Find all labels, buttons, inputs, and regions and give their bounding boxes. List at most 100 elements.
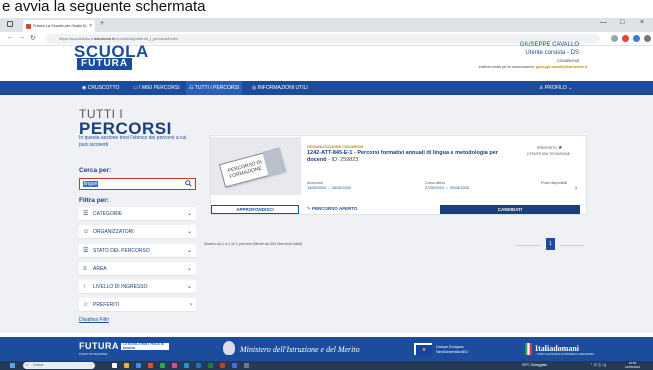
course-stamp: PERCORSO DI FORMAZIONE (218, 147, 287, 188)
user-email-label: Indirizzo email per le comunicazioni: (478, 65, 535, 69)
nav-info-utili-label: INFORMAZIONI UTILI (257, 85, 308, 91)
taskbar-search[interactable]: ⌕ Cerca (23, 362, 95, 369)
new-tab-button[interactable]: + (100, 20, 104, 27)
area-icon: ≡ (83, 266, 87, 272)
status-badge: ✎ PERCORSO APERTO (307, 206, 358, 212)
footer-futura-logo: FUTURA (79, 341, 119, 351)
italiadomani-sub: PIANO NAZIONALE DI RIPRESA E RESILIENZA (537, 353, 595, 356)
user-role: Utente corsista - DS (525, 50, 579, 56)
taskbar-search-text: Cerca (33, 363, 44, 367)
url-prefix: https://scuolafutura. (59, 36, 94, 41)
close-tab-icon[interactable]: × (89, 20, 92, 32)
reload-button[interactable]: ↻ (30, 34, 36, 42)
preferred-toggle[interactable]: PREFERITO ★ (537, 145, 562, 151)
minimize-button[interactable]: — (600, 19, 607, 26)
nav-miei-percorsi[interactable]: ▭ I MIEI PERCORSI (130, 81, 183, 95)
main-nav: ◉ CRUSCOTTO ▭ I MIEI PERCORSI ☷ TUTTI I … (0, 81, 653, 95)
extension-icon[interactable] (611, 35, 618, 42)
chevron-down-icon: ⌄ (186, 229, 192, 235)
approfondisci-button[interactable]: APPROFONDISCI (211, 205, 299, 214)
app-icon[interactable] (172, 363, 177, 368)
eu-stars-icon: ★ (416, 345, 432, 355)
word-icon[interactable] (196, 363, 201, 368)
favicon-icon (26, 24, 31, 29)
tab-actions-icon[interactable] (7, 21, 13, 27)
app-icon[interactable] (244, 363, 249, 368)
search-icon: ⌕ (26, 363, 29, 367)
app-icon[interactable] (160, 363, 165, 368)
search-input[interactable]: lingue (79, 178, 196, 190)
back-button[interactable]: ← (7, 34, 14, 41)
nav-miei-percorsi-label: I MIEI PERCORSI (139, 85, 180, 91)
chevron-down-icon: ⌄ (186, 284, 192, 290)
posti-value: 9 (575, 186, 578, 190)
iscrizione-value: 13/05/2024 ⇔ 26/05/2024 (307, 186, 351, 190)
app-icon[interactable] (184, 363, 189, 368)
nav-profilo[interactable]: ♙ PROFILO ⌄ (536, 81, 575, 95)
filter-preferiti[interactable]: ☆ PREFERITI › (79, 298, 196, 312)
app-icon[interactable] (148, 363, 153, 368)
filter-categorie[interactable]: ☰ CATEGORIE ⌄ (79, 207, 196, 221)
preferred-label: PREFERITO (537, 146, 557, 150)
corso-value: 27/05/2024 ⇔ 30/04/2025 (425, 186, 469, 190)
extension-icon[interactable] (622, 35, 629, 42)
close-window-button[interactable]: × (640, 19, 644, 26)
user-code: CSIC8BXXXB (557, 59, 579, 63)
forward-button[interactable]: → (18, 34, 25, 41)
caption-text: e avvia la seguente schermata (0, 0, 653, 18)
stamp-text: PERCORSO DI FORMAZIONE (227, 159, 263, 181)
eu-line2: NextGenerationEU (436, 349, 468, 354)
clock[interactable]: 10:55 13/05/2024 (625, 361, 641, 369)
nav-profilo-label: PROFILO (544, 85, 567, 91)
posti-label: Posti disponibili (541, 181, 568, 185)
nav-tutti-percorsi[interactable]: ☷ TUTTI I PERCORSI (186, 81, 243, 95)
nav-cruscotto[interactable]: ◉ CRUSCOTTO (79, 81, 122, 95)
user-name: GIUSEPPE CAVALLO (519, 42, 579, 48)
course-thumbnail: PERCORSO DI FORMAZIONE (211, 137, 301, 195)
list-icon: ☰ (83, 248, 89, 254)
filter-label-text: ORGANIZZATORI (93, 229, 134, 235)
course-title[interactable]: 1242-ATT-845-E-1 - Percorsi formativi an… (307, 150, 507, 164)
ministry-name: Ministero dell'Istruzione e del Merito (240, 345, 360, 354)
browser-tab[interactable]: Futura La Scuola per l'Italia Di × (23, 20, 95, 32)
system-tray[interactable]: ⌃ ⊡ ◫ ◁) (590, 363, 606, 367)
extension-icon[interactable] (633, 35, 640, 42)
eu-line1: Unione Europea (436, 345, 464, 349)
italy-flag-icon (525, 343, 532, 355)
filter-area[interactable]: ≡ AREA ⌄ (79, 262, 196, 276)
nav-info-utili[interactable]: ◎ INFORMAZIONI UTILI (249, 81, 311, 95)
candidati-button[interactable]: CANDIDATI (440, 205, 580, 214)
reset-filters-link[interactable]: Disattiva Filtri (79, 317, 109, 323)
footer-tagline: LA SCUOLA PER L'ITALIA DI DOMANI (121, 342, 169, 350)
nav-tutti-percorsi-label: TUTTI I PERCORSI (194, 85, 240, 91)
pager-prev[interactable] (516, 245, 540, 246)
pager-current-page[interactable]: 1 (546, 238, 555, 250)
chevron-down-icon: ⌄ (186, 248, 192, 254)
italiadomani-logo: Italiadomani (535, 344, 580, 353)
user-email-value[interactable]: giuseppe.cavallo@istruzione.it (536, 65, 587, 69)
maximize-button[interactable]: □ (620, 19, 624, 26)
edit-icon: ✎ (307, 206, 311, 211)
pager-next[interactable] (560, 245, 584, 246)
app-icon[interactable] (232, 363, 237, 368)
logo-futura[interactable]: FUTURA (77, 58, 133, 70)
republic-emblem-icon (223, 341, 235, 355)
filter-livello[interactable]: ↑ LIVELLO DI INGRESSO ⌄ (79, 280, 196, 294)
clock-date: 13/05/2024 (625, 364, 641, 369)
powerpoint-icon[interactable] (220, 363, 225, 368)
task-view-icon[interactable] (112, 363, 117, 368)
windows-start-icon[interactable] (10, 363, 15, 368)
excel-icon[interactable] (208, 363, 213, 368)
filter-label: Filtra per: (79, 197, 109, 204)
corso-label: Corso attivo (425, 181, 446, 185)
menu-icon[interactable] (644, 35, 651, 42)
search-icon[interactable] (185, 180, 192, 187)
person-icon: ☺ (83, 229, 90, 235)
file-explorer-icon[interactable] (124, 363, 129, 368)
filter-organizzatori[interactable]: ☺ ORGANIZZATORI ⌄ (79, 225, 196, 239)
edge-icon[interactable] (136, 363, 141, 368)
list-icon: ☰ (83, 211, 89, 217)
weather-widget[interactable]: 20°C Soleggiato (522, 363, 547, 367)
filter-stato[interactable]: ☰ STATO DEL PERCORSO ⌄ (79, 244, 196, 258)
tab-title: Futura La Scuola per l'Italia Di (33, 23, 87, 28)
